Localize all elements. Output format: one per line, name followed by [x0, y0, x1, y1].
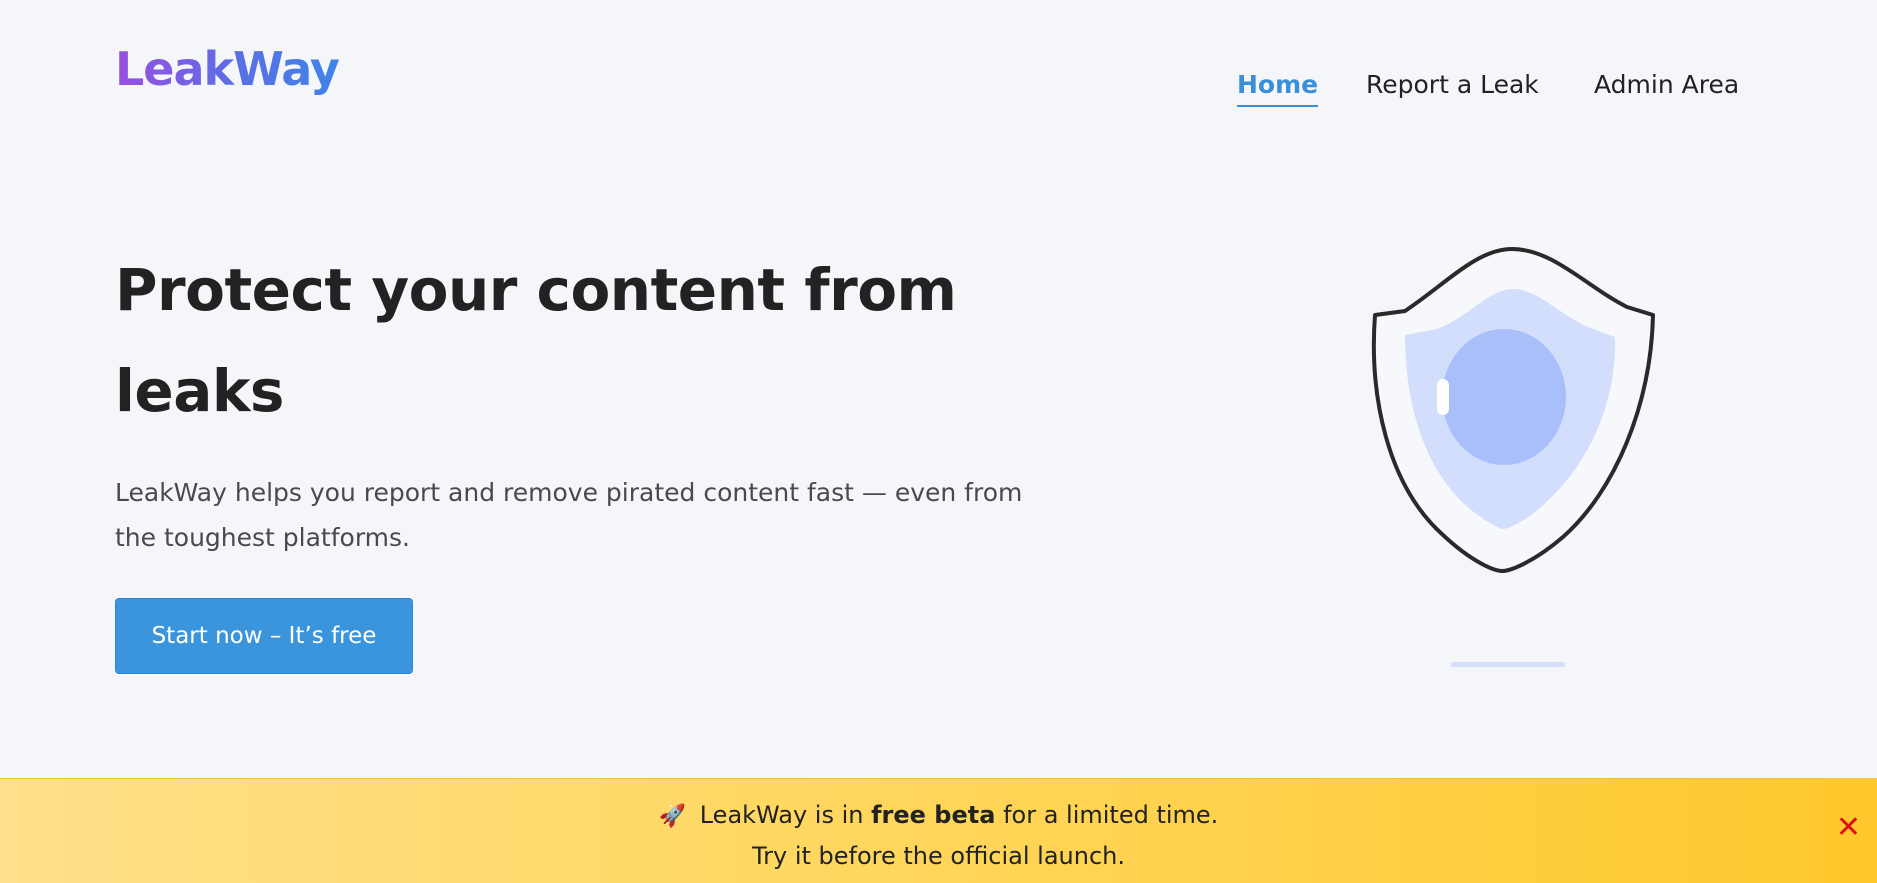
- close-icon[interactable]: ✕: [1836, 813, 1861, 843]
- hero-subtitle: LeakWay helps you report and remove pira…: [115, 478, 1023, 552]
- nav-home[interactable]: Home: [1237, 70, 1319, 107]
- beta-banner: 🚀 LeakWay is in free beta for a limited …: [0, 778, 1877, 883]
- nav-admin-area[interactable]: Admin Area: [1594, 70, 1739, 105]
- banner-line2: Try it before the official launch.: [751, 842, 1125, 870]
- hero-title: Protect your content from leaks: [115, 256, 957, 425]
- banner-text-after: for a limited time.: [1003, 801, 1219, 829]
- shield-icon: [1365, 245, 1665, 575]
- page: LeakWay Home Report a Leak Admin Area Pr…: [0, 0, 1877, 883]
- banner-text-bold: free beta: [871, 801, 996, 829]
- shield-shadow: [1451, 662, 1565, 667]
- nav-report-a-leak[interactable]: Report a Leak: [1366, 70, 1539, 105]
- banner-message: 🚀 LeakWay is in free beta for a limited …: [0, 801, 1877, 829]
- banner-text-before: LeakWay is in: [699, 801, 864, 829]
- brand-logo[interactable]: LeakWay: [115, 44, 340, 95]
- start-now-button[interactable]: Start now – It’s free: [115, 598, 413, 674]
- rocket-icon: 🚀: [658, 804, 687, 829]
